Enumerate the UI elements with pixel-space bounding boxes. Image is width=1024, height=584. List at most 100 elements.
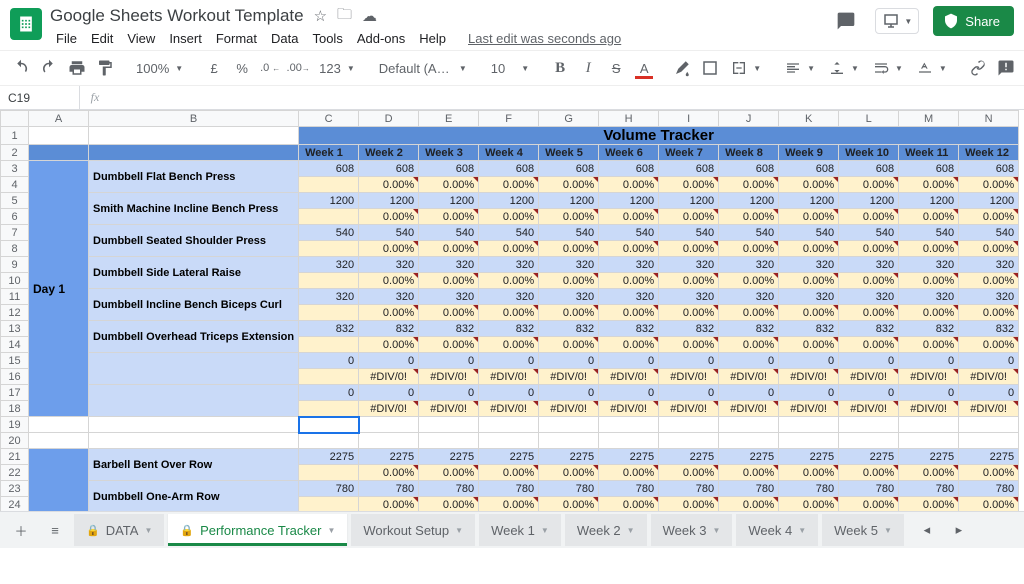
- cell[interactable]: 0.00%: [899, 209, 959, 225]
- cell[interactable]: 780: [359, 481, 419, 497]
- cell[interactable]: 0.00%: [959, 273, 1019, 289]
- cell[interactable]: 0: [779, 353, 839, 369]
- cell[interactable]: [299, 369, 359, 385]
- cell-error[interactable]: #DIV/0!: [719, 401, 779, 417]
- cell[interactable]: 1200: [479, 193, 539, 209]
- row-header-5[interactable]: 5: [1, 193, 29, 209]
- cell[interactable]: 1200: [299, 193, 359, 209]
- borders-button[interactable]: [697, 55, 723, 81]
- doc-title[interactable]: Google Sheets Workout Template: [50, 6, 304, 26]
- row-header-3[interactable]: 3: [1, 161, 29, 177]
- col-header-M[interactable]: M: [899, 111, 959, 127]
- cell[interactable]: 608: [719, 161, 779, 177]
- cell[interactable]: 320: [479, 257, 539, 273]
- cell[interactable]: 0.00%: [419, 209, 479, 225]
- row-header-12[interactable]: 12: [1, 305, 29, 321]
- menu-view[interactable]: View: [121, 28, 161, 49]
- week-header-1[interactable]: Week 1: [299, 145, 359, 161]
- cell[interactable]: 0.00%: [719, 497, 779, 513]
- row-header-11[interactable]: 11: [1, 289, 29, 305]
- all-sheets-button[interactable]: ≡: [40, 516, 70, 544]
- week-header-12[interactable]: Week 12: [959, 145, 1019, 161]
- cell-error[interactable]: #DIV/0!: [539, 369, 599, 385]
- cell[interactable]: 0: [359, 353, 419, 369]
- cell[interactable]: 0.00%: [419, 241, 479, 257]
- col-header-J[interactable]: J: [719, 111, 779, 127]
- cell[interactable]: 1200: [359, 193, 419, 209]
- cell[interactable]: 0.00%: [599, 465, 659, 481]
- cell[interactable]: 0.00%: [599, 273, 659, 289]
- cell[interactable]: 0.00%: [359, 305, 419, 321]
- cell[interactable]: 0.00%: [959, 209, 1019, 225]
- cell[interactable]: 320: [299, 289, 359, 305]
- cell[interactable]: 0.00%: [779, 497, 839, 513]
- cell[interactable]: 0.00%: [719, 177, 779, 193]
- present-button[interactable]: ▼: [875, 8, 919, 34]
- increase-decimal-button[interactable]: .00→: [285, 55, 311, 81]
- cell[interactable]: 832: [839, 321, 899, 337]
- cell[interactable]: 0.00%: [779, 209, 839, 225]
- text-wrap-button[interactable]: ▼: [867, 55, 909, 81]
- cell[interactable]: 2275: [479, 449, 539, 465]
- cell[interactable]: 832: [599, 321, 659, 337]
- row-header-21[interactable]: 21: [1, 449, 29, 465]
- cell[interactable]: 0.00%: [599, 497, 659, 513]
- cell[interactable]: 0.00%: [539, 273, 599, 289]
- cell[interactable]: 608: [299, 161, 359, 177]
- cell[interactable]: 0.00%: [779, 465, 839, 481]
- cell[interactable]: 1200: [659, 193, 719, 209]
- cell[interactable]: 0: [779, 385, 839, 401]
- cell[interactable]: 1200: [899, 193, 959, 209]
- cell[interactable]: 0.00%: [839, 465, 899, 481]
- cell[interactable]: 320: [659, 289, 719, 305]
- cell[interactable]: 2275: [899, 449, 959, 465]
- cell[interactable]: 540: [659, 225, 719, 241]
- row-header-7[interactable]: 7: [1, 225, 29, 241]
- row-header-17[interactable]: 17: [1, 385, 29, 401]
- sheet-tab-performance-tracker[interactable]: 🔒Performance Tracker▼: [168, 514, 347, 546]
- cell[interactable]: 0.00%: [959, 337, 1019, 353]
- cell[interactable]: 320: [359, 257, 419, 273]
- cell[interactable]: 0.00%: [839, 209, 899, 225]
- cell[interactable]: 2275: [779, 449, 839, 465]
- cell[interactable]: 608: [779, 161, 839, 177]
- cell[interactable]: 0.00%: [719, 305, 779, 321]
- cell[interactable]: 320: [299, 257, 359, 273]
- tab-scroll-left[interactable]: ◂: [912, 516, 942, 544]
- bold-button[interactable]: B: [547, 55, 573, 81]
- cell[interactable]: 1200: [779, 193, 839, 209]
- cell-error[interactable]: #DIV/0!: [839, 369, 899, 385]
- col-header-L[interactable]: L: [839, 111, 899, 127]
- row-header-2[interactable]: 2: [1, 145, 29, 161]
- cell[interactable]: 0.00%: [539, 177, 599, 193]
- cell[interactable]: 780: [719, 481, 779, 497]
- cell[interactable]: 0: [839, 353, 899, 369]
- cell[interactable]: 0: [419, 385, 479, 401]
- cell[interactable]: 2275: [419, 449, 479, 465]
- row-header-1[interactable]: 1: [1, 127, 29, 145]
- exercise-name[interactable]: Dumbbell Side Lateral Raise: [89, 257, 299, 289]
- row-header-6[interactable]: 6: [1, 209, 29, 225]
- cell[interactable]: 780: [779, 481, 839, 497]
- cell[interactable]: [299, 177, 359, 193]
- cell[interactable]: 0.00%: [839, 273, 899, 289]
- week-header-9[interactable]: Week 9: [779, 145, 839, 161]
- week-header-5[interactable]: Week 5: [539, 145, 599, 161]
- cell[interactable]: 1200: [959, 193, 1019, 209]
- cell-error[interactable]: #DIV/0!: [359, 369, 419, 385]
- cell[interactable]: 2275: [719, 449, 779, 465]
- row-header-23[interactable]: 23: [1, 481, 29, 497]
- exercise-name[interactable]: Dumbbell Flat Bench Press: [89, 161, 299, 193]
- day-label-2[interactable]: [29, 449, 89, 513]
- sheet-tab-workout-setup[interactable]: Workout Setup▼: [351, 514, 475, 546]
- sheet-tab-week-5[interactable]: Week 5▼: [822, 514, 904, 546]
- text-rotate-button[interactable]: ▼: [911, 55, 953, 81]
- cell[interactable]: 0.00%: [419, 177, 479, 193]
- cell[interactable]: 0.00%: [359, 465, 419, 481]
- row-header-16[interactable]: 16: [1, 369, 29, 385]
- cell[interactable]: 540: [839, 225, 899, 241]
- cell[interactable]: 0.00%: [359, 337, 419, 353]
- cell[interactable]: 0.00%: [359, 209, 419, 225]
- cell[interactable]: 780: [839, 481, 899, 497]
- col-header-A[interactable]: A: [29, 111, 89, 127]
